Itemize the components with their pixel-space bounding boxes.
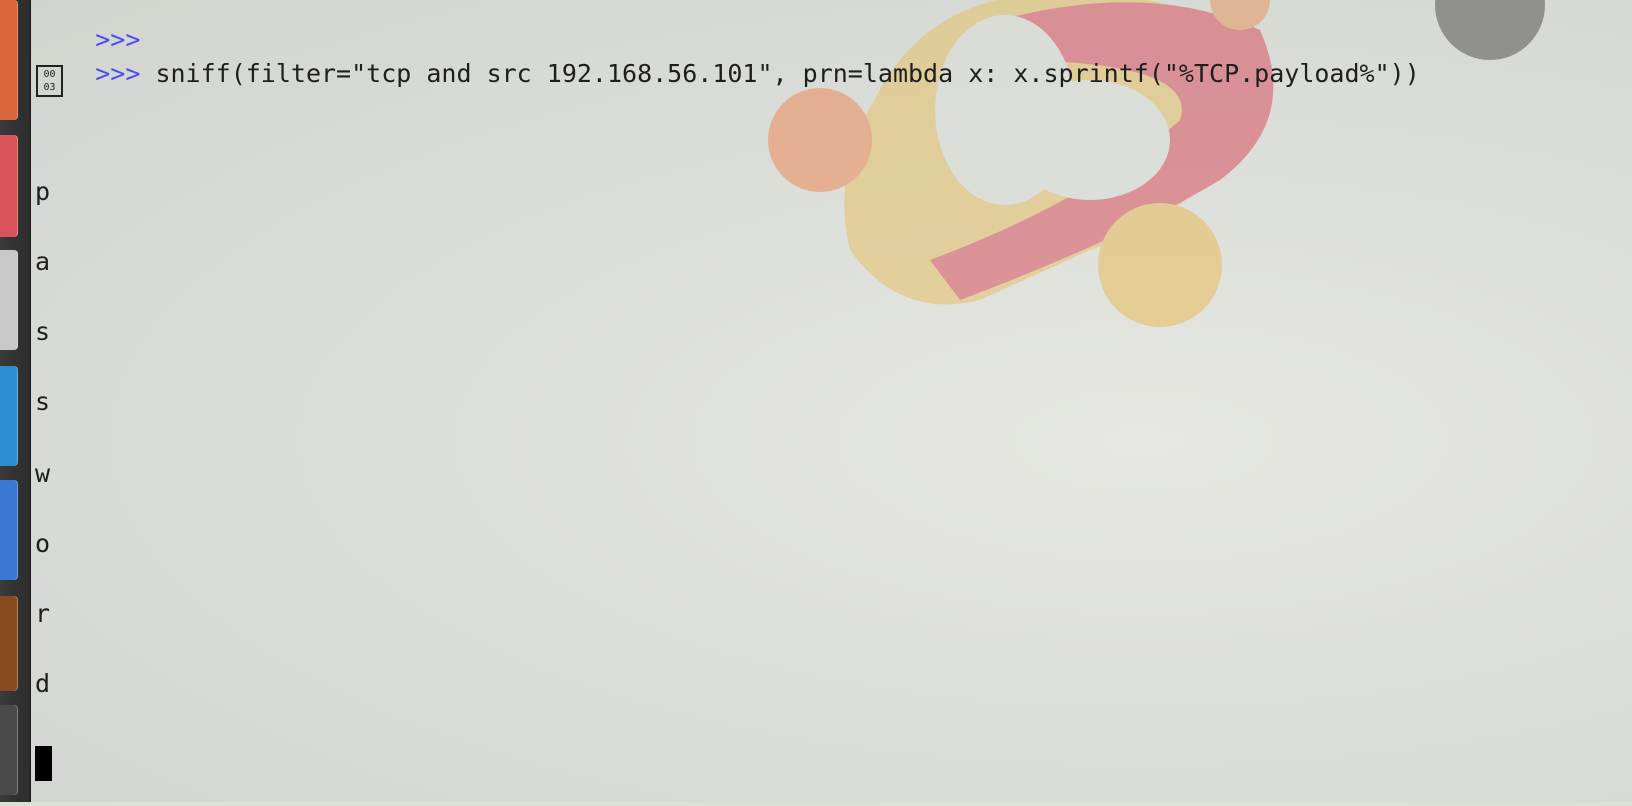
launcher-app-icon[interactable] [0, 596, 18, 691]
launcher-app-icon[interactable] [0, 480, 18, 580]
output-char: d [35, 669, 51, 698]
glyph-top: 00 [43, 69, 56, 80]
unprintable-char-glyph: 00 03 [36, 65, 63, 97]
launcher-app-icon[interactable] [0, 705, 18, 795]
command-text: sniff(filter="tcp and src 192.168.56.101… [155, 59, 1420, 88]
launcher-app-icon[interactable] [0, 250, 18, 350]
output-char: p [35, 177, 51, 206]
command-line: >>> sniff(filter="tcp and src 192.168.56… [35, 32, 1420, 116]
output-char: s [35, 387, 51, 416]
output-char: a [35, 247, 51, 276]
launcher-app-icon[interactable] [0, 135, 18, 237]
launcher-app-icon[interactable] [0, 0, 18, 120]
output-char: r [35, 599, 51, 628]
output-char: w [35, 459, 51, 488]
prompt: >>> [95, 59, 141, 88]
text-cursor [35, 746, 52, 781]
glyph-bottom: 03 [43, 82, 56, 93]
output-char: s [35, 317, 51, 346]
launcher-app-icon[interactable] [0, 366, 18, 466]
terminal-output[interactable]: >>> >>> sniff(filter="tcp and src 192.16… [33, 0, 1632, 802]
output-char: o [35, 529, 51, 558]
unity-launcher [0, 0, 31, 802]
